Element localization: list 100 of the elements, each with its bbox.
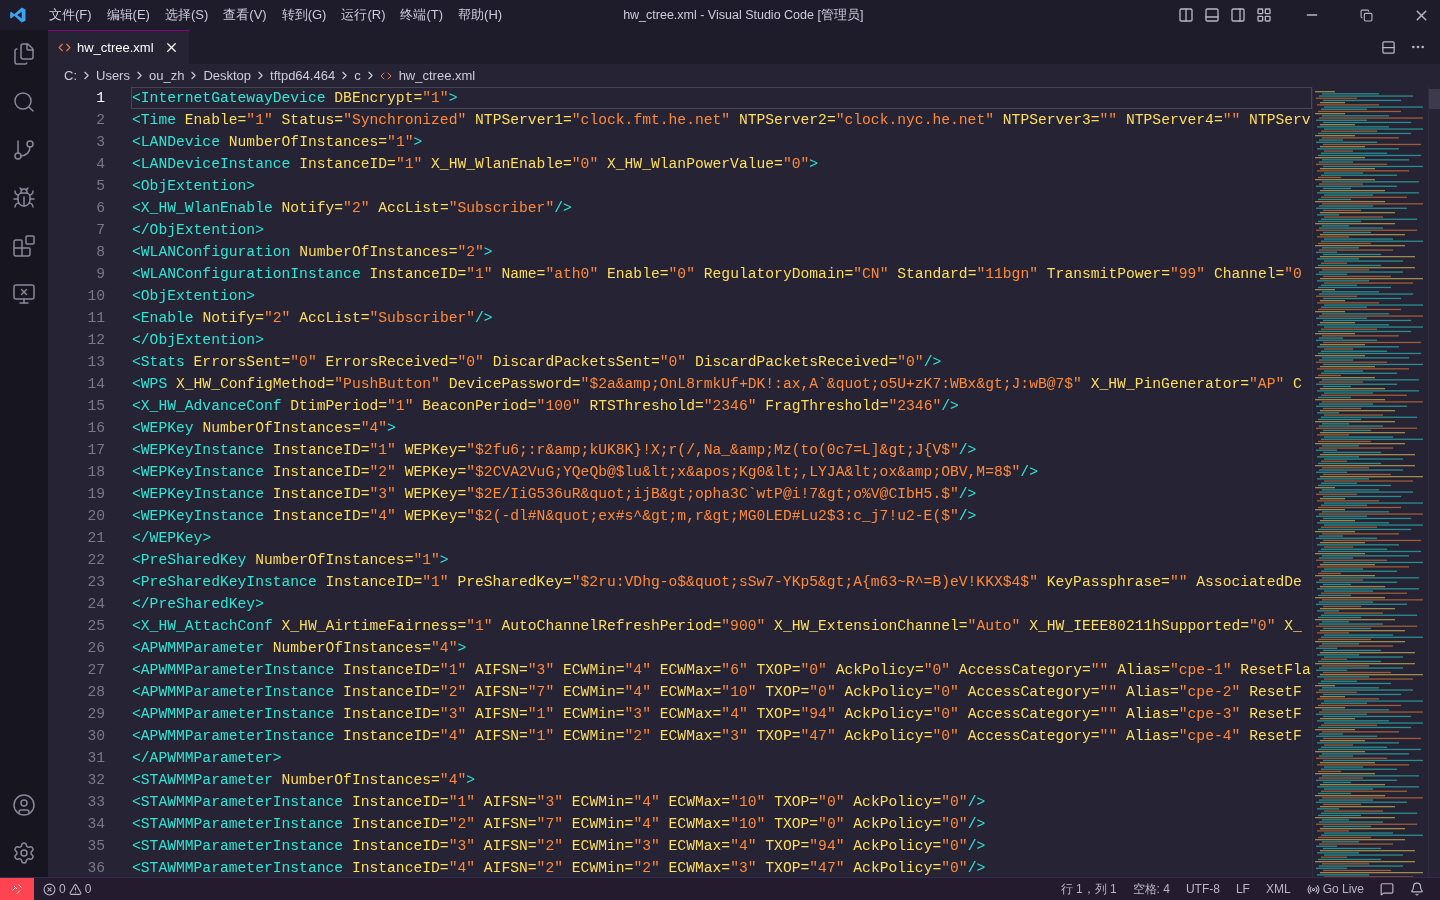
menu-item[interactable]: 终端(T) (394, 5, 450, 25)
line-number: 3 (95, 133, 105, 152)
line-number: 15 (86, 397, 105, 416)
menu-item[interactable]: 运行(R) (335, 5, 392, 25)
sidebar-icon[interactable] (1230, 7, 1246, 23)
monitor-icon[interactable] (12, 282, 36, 306)
extensions-icon[interactable] (12, 234, 36, 258)
go-live-button[interactable]: Go Live (1306, 880, 1364, 898)
code-line: <X_HW_WlanEnable Notify="2" AccList="Subscriber"/> (131, 199, 573, 218)
code-line: <WLANConfigurationInstance InstanceID="1" Name="ath0" Enable="0" RegulatoryDomain="CN" Standard="11bgn" TransmitPower="99" Channel="0 (131, 265, 1303, 284)
breadcrumb-item[interactable]: Desktop (203, 65, 252, 86)
breadcrumb-item[interactable]: ou_zh (148, 65, 185, 86)
menu-item[interactable]: 文件(F) (43, 5, 98, 25)
breadcrumb-item[interactable]: tftpd64.464 (270, 65, 336, 86)
layout-icon[interactable] (1178, 7, 1194, 23)
line-number: 35 (86, 837, 105, 856)
code-line: </ObjExtention> (131, 331, 265, 350)
line-number: 1 (95, 89, 105, 108)
split-editor-icon[interactable] (1381, 39, 1396, 55)
account-icon[interactable] (12, 793, 36, 817)
line-number: 16 (86, 419, 105, 438)
branch-icon[interactable] (12, 138, 36, 162)
line-number: 29 (86, 705, 105, 724)
code-line: </WEPKey> (131, 529, 213, 548)
status-item[interactable]: UTF-8 (1185, 880, 1220, 898)
line-number: 28 (86, 683, 105, 702)
warning-count[interactable]: 0 (84, 880, 92, 898)
code-line: </ObjExtention> (131, 221, 265, 240)
breadcrumb-item[interactable]: hw_ctree.xml (398, 65, 476, 86)
line-number: 21 (86, 529, 105, 548)
line-number: 31 (86, 749, 105, 768)
xml-file-icon (58, 41, 71, 54)
menu-item[interactable]: 选择(S) (158, 5, 215, 25)
status-item[interactable]: 空格: 4 (1132, 880, 1170, 898)
line-number: 9 (95, 265, 105, 284)
code-line: <APWMMParameterInstance InstanceID="2" AIFSN="7" ECWMin="4" ECWMax="10" TXOP="0" AckPolicy="0" AccessCategory="" Alias="cpe-2" ResetF (131, 683, 1303, 702)
code-line: <Time Enable="1" Status="Synchronized" NTPServer1="clock.fmt.he.net" NTPServer2="clock.nyc.he.net" NTPServer3="" NTPServer4="" NTPServ (131, 111, 1312, 130)
feedback-icon[interactable] (1380, 882, 1394, 896)
minimap[interactable] (1313, 89, 1425, 879)
line-number: 34 (86, 815, 105, 834)
bug-icon[interactable] (12, 186, 36, 210)
code-line: <WEPKeyInstance InstanceID="3" WEPKey="$2E/IiG536uR&quot;ijB&gt;opha3C`wtP@i!7&gt;o%V@CIbH5.$"/> (131, 485, 978, 504)
menu-item[interactable]: 编辑(E) (100, 5, 156, 25)
code-line: <APWMMParameterInstance InstanceID="3" AIFSN="1" ECWMin="3" ECWMax="4" TXOP="94" AckPolicy="0" AccessCategory="" Alias="cpe-3" ResetF (131, 705, 1303, 724)
restore-icon[interactable] (1360, 8, 1373, 22)
line-number: 26 (86, 639, 105, 658)
code-line: <Enable Notify="2" AccList="Subscriber"/> (131, 309, 494, 328)
line-number: 27 (86, 661, 105, 680)
editor-tab[interactable]: hw_ctree.xml (48, 30, 189, 64)
code-line: <STAWMMParameter NumberOfInstances="4"> (131, 771, 477, 790)
line-number: 11 (86, 309, 105, 328)
code-line: <X_HW_AttachConf X_HW_AirtimeFairness="1" AutoChannelRefreshPeriod="900" X_HW_ExtensionChannel="Auto" X_HW_IEEE80211hSupported="0" X_ (131, 617, 1303, 636)
status-item[interactable]: 行 1，列 1 (1060, 880, 1117, 898)
menu-item[interactable]: 帮助(H) (452, 5, 509, 25)
panel-icon[interactable] (1204, 7, 1220, 23)
breadcrumb-item[interactable]: c (354, 65, 361, 86)
code-line: <STAWMMParameterInstance InstanceID="4" AIFSN="2" ECWMin="2" ECWMax="3" TXOP="47" AckPolicy="0"/> (131, 859, 987, 878)
line-number: 7 (95, 221, 105, 240)
line-number: 2 (95, 111, 105, 130)
menu-item[interactable]: 转到(G) (275, 5, 333, 25)
line-number: 14 (86, 375, 105, 394)
files-icon[interactable] (12, 42, 36, 66)
code-line: <WEPKeyInstance InstanceID="1" WEPKey="$2fu6;:r&amp;kUK8K}!X;r(/,Na_&amp;Mz(to(0c7=L]&gt;J{V$"/> (131, 441, 978, 460)
code-line: <WEPKeyInstance InstanceID="4" WEPKey="$2(-dl#N&quot;ex#s^&gt;m,r&gt;MG0LED#Lu2$3:c_j7!u2-E($"/> (131, 507, 978, 526)
line-number: 6 (95, 199, 105, 218)
line-number: 12 (86, 331, 105, 350)
code-line: </PreSharedKey> (131, 595, 265, 614)
code-line: <WPS X_HW_ConfigMethod="PushButton" DevicePassword="$2a&amp;OnL8rmkUf+DK!:ax,A`&quot;o5U+zK7:WBx&gt;J:wB@7$" X_HW_PinGenerator="AP" C (131, 375, 1303, 394)
code-line: <PreSharedKeyInstance InstanceID="1" PreSharedKey="$2ru:VDhg-o$&quot;sSw7-YKp5&gt;A{m63~R^=B)eV!KKX$4$" KeyPassphrase="" AssociatedDe (131, 573, 1303, 592)
status-item[interactable]: LF (1235, 880, 1250, 898)
layout-grid-icon[interactable] (1256, 7, 1272, 23)
breadcrumb-item[interactable]: C: (64, 65, 77, 86)
broadcast-icon (1306, 882, 1320, 896)
code-line: <ObjExtention> (131, 177, 257, 196)
error-count[interactable]: 0 (59, 880, 66, 898)
menu-item[interactable]: 查看(V) (217, 5, 273, 25)
line-number: 36 (86, 859, 105, 878)
line-number: 25 (86, 617, 105, 636)
breadcrumb-item[interactable]: Users (96, 65, 130, 86)
status-item[interactable]: XML (1265, 880, 1291, 898)
scrollbar-thumb[interactable] (1429, 89, 1440, 109)
line-number: 13 (86, 353, 105, 372)
app-logo-icon (9, 6, 27, 24)
tab-label: hw_ctree.xml (77, 38, 154, 57)
line-number: 33 (86, 793, 105, 812)
code-line: <WEPKeyInstance InstanceID="2" WEPKey="$2CVA2VuG;YQeQb@$lu&lt;x&apos;Kg0&lt;,LYJA&lt;ox&amp;OBV,M=8$"/> (131, 463, 1039, 482)
line-number: 4 (95, 155, 105, 174)
search-icon[interactable] (12, 90, 36, 114)
line-number: 17 (86, 441, 105, 460)
error-icon (43, 882, 56, 896)
code-line: <PreSharedKey NumberOfInstances="1"> (131, 551, 450, 570)
settings-icon[interactable] (12, 841, 36, 865)
bell-icon[interactable] (1410, 882, 1424, 896)
code-line: <APWMMParameterInstance InstanceID="1" AIFSN="3" ECWMin="4" ECWMax="6" TXOP="0" AckPolicy="0" AccessCategory="" Alias="cpe-1" ResetFla (131, 661, 1312, 680)
code-line: <ObjExtention> (131, 287, 257, 306)
line-number: 32 (86, 771, 105, 790)
code-line: <STAWMMParameterInstance InstanceID="2" AIFSN="7" ECWMin="4" ECWMax="10" TXOP="0" AckPolicy="0"/> (131, 815, 987, 834)
code-line: <Stats ErrorsSent="0" ErrorsReceived="0" DiscardPacketsSent="0" DiscardPacketsReceived="0"/> (131, 353, 943, 372)
code-line: <WEPKey NumberOfInstances="4"> (131, 419, 397, 438)
line-number: 8 (95, 243, 105, 262)
